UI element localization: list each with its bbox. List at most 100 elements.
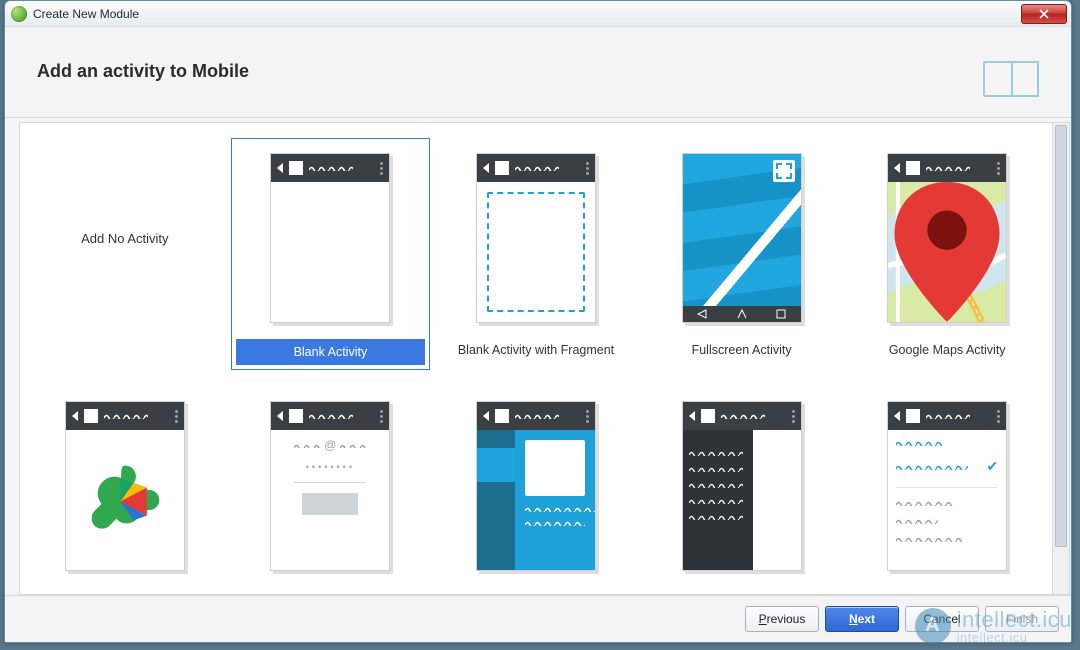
mock-password-field: •••••••• xyxy=(306,462,355,472)
mock-app-icon xyxy=(495,161,509,175)
overflow-menu-icon xyxy=(175,410,178,423)
next-button[interactable]: Next xyxy=(825,606,899,632)
activity-thumbnail: @ •••••••• xyxy=(250,391,410,581)
overflow-menu-icon xyxy=(380,410,383,423)
mock-body-drawer xyxy=(683,430,801,570)
back-chevron-icon xyxy=(689,411,695,421)
vertical-scrollbar[interactable] xyxy=(1053,122,1070,595)
mock-title-squiggle xyxy=(104,413,169,419)
mock-title-squiggle xyxy=(309,165,374,171)
mock-body-play-services xyxy=(66,430,184,570)
mock-master-list xyxy=(477,430,515,570)
mock-body-settings: ✔ xyxy=(888,430,1006,570)
mock-selected-row xyxy=(477,448,515,482)
activity-tile-drawer[interactable] xyxy=(643,387,841,595)
activity-tile-play[interactable] xyxy=(26,387,224,595)
activity-tile-fragment[interactable]: Blank Activity with Fragment xyxy=(437,139,635,369)
overflow-menu-icon xyxy=(997,162,1000,175)
mock-appbar xyxy=(66,402,184,430)
fragment-outline xyxy=(487,192,585,312)
mock-title-squiggle xyxy=(515,165,580,171)
mock-detail-card xyxy=(525,440,585,496)
mock-appbar xyxy=(888,154,1006,182)
check-icon: ✔ xyxy=(986,458,998,475)
mock-device xyxy=(682,401,802,571)
mock-email-field: @ xyxy=(294,438,366,452)
close-icon xyxy=(1039,9,1049,19)
activity-label: Blank Activity with Fragment xyxy=(458,339,614,361)
activity-tile-map[interactable]: Google Maps Activity xyxy=(848,139,1046,369)
mock-device xyxy=(476,153,596,323)
finish-button: Finish xyxy=(985,606,1059,632)
mock-app-icon xyxy=(495,409,509,423)
back-chevron-icon xyxy=(483,411,489,421)
mock-device: @ •••••••• xyxy=(270,401,390,571)
nav-home-icon xyxy=(737,309,747,319)
activity-tile-none[interactable]: Add No Activity xyxy=(26,139,224,369)
mock-app-icon xyxy=(289,161,303,175)
back-chevron-icon xyxy=(483,163,489,173)
titlebar: Create New Module xyxy=(5,1,1071,27)
back-chevron-icon xyxy=(277,163,283,173)
form-factor-icon xyxy=(983,61,1039,97)
activity-thumbnail: ✔ xyxy=(867,391,1027,581)
nav-recent-icon xyxy=(776,309,786,319)
back-chevron-icon xyxy=(894,411,900,421)
overflow-menu-icon xyxy=(586,410,589,423)
mock-appbar xyxy=(271,154,389,182)
mock-appbar xyxy=(477,154,595,182)
dialog-window: Create New Module Add an activity to Mob… xyxy=(4,0,1072,643)
activity-thumbnail xyxy=(662,391,822,581)
activity-thumbnail: Add No Activity xyxy=(45,143,205,333)
mock-title-squiggle xyxy=(515,413,580,419)
mock-body-map xyxy=(888,182,1006,322)
mock-appbar xyxy=(683,402,801,430)
mock-detail-pane xyxy=(515,430,595,570)
mock-title-squiggle xyxy=(309,413,374,419)
activity-tile-blank[interactable]: Blank Activity xyxy=(232,139,430,369)
wizard-header: Add an activity to Mobile xyxy=(5,27,1071,118)
mock-device: ✔ xyxy=(887,401,1007,571)
close-button[interactable] xyxy=(1021,4,1067,24)
map-pin-icon xyxy=(888,182,1006,322)
cancel-button[interactable]: Cancel xyxy=(905,606,979,632)
mock-title-squiggle xyxy=(721,413,786,419)
window-title: Create New Module xyxy=(33,7,139,21)
mock-app-icon xyxy=(289,409,303,423)
back-chevron-icon xyxy=(277,411,283,421)
activity-tile-fullscreen[interactable]: Fullscreen Activity xyxy=(643,139,841,369)
mock-signin-button xyxy=(302,493,358,515)
overflow-menu-icon xyxy=(997,410,1000,423)
activity-thumbnail xyxy=(662,143,822,333)
expand-icon xyxy=(773,160,795,182)
mock-navbar xyxy=(683,306,801,322)
overflow-menu-icon xyxy=(380,162,383,175)
mock-app-icon xyxy=(906,409,920,423)
activity-tile-masterdetail[interactable] xyxy=(437,387,635,595)
mock-device xyxy=(887,153,1007,323)
mock-setting-row xyxy=(896,500,998,506)
activity-gallery: Add No Activity Blank Activity Blank Act… xyxy=(19,122,1053,595)
back-chevron-icon xyxy=(72,411,78,421)
back-chevron-icon xyxy=(894,163,900,173)
overflow-menu-icon xyxy=(792,410,795,423)
activity-tile-settings[interactable]: ✔ xyxy=(848,387,1046,595)
previous-button[interactable]: Previous xyxy=(745,606,819,632)
mock-app-icon xyxy=(701,409,715,423)
content-area: Add No Activity Blank Activity Blank Act… xyxy=(5,118,1071,595)
activity-tile-login[interactable]: @ •••••••• xyxy=(232,387,430,595)
page-title: Add an activity to Mobile xyxy=(37,61,249,82)
activity-thumbnail xyxy=(456,391,616,581)
nav-back-icon xyxy=(697,309,707,319)
activity-thumbnail xyxy=(250,143,410,333)
mock-device xyxy=(476,401,596,571)
mock-body-fullscreen xyxy=(683,154,801,322)
mock-device xyxy=(682,153,802,323)
activity-thumbnail xyxy=(456,143,616,333)
android-studio-icon xyxy=(11,6,27,22)
activity-label: Blank Activity xyxy=(236,339,426,365)
mock-title-squiggle xyxy=(926,413,991,419)
mock-setting-row xyxy=(896,518,998,524)
mock-body-login: @ •••••••• xyxy=(271,430,389,570)
mock-app-icon xyxy=(906,161,920,175)
